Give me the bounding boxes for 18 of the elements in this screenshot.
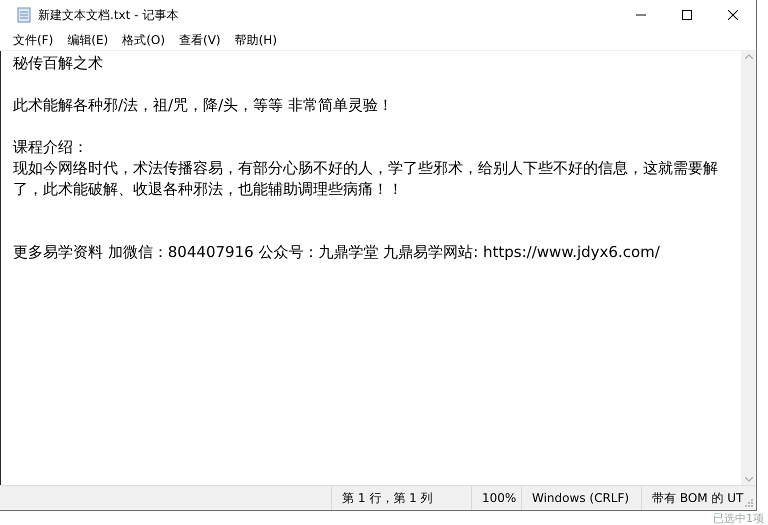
text-line: 更多易学资料 加微信：804407916 公众号：九鼎学堂 九鼎易学网站: https://www.jdyx6.com/ — [13, 242, 661, 263]
text-line: 课程介绍： — [13, 137, 89, 158]
notepad-icon — [16, 7, 32, 23]
text-line: 现如今网络时代，术法传播容易，有部分心肠不好的人，学了些邪术，给别人下些不好的信息，这就需要解了，此术能破解、收退各种邪法，也能辅助调理些病痛！！ — [13, 158, 719, 200]
text-line: 此术能解各种邪/法，祖/咒，降/头，等等 非常简单灵验！ — [13, 95, 394, 116]
status-text: Windows (CRLF) — [521, 486, 641, 510]
status-text: 100% — [471, 486, 521, 510]
window-title: 新建文本文档.txt - 记事本 — [38, 6, 180, 24]
status-text: 带有 BOM 的 UT — [641, 486, 745, 510]
background-status-text: 已选中1项 — [713, 511, 764, 525]
scroll-down-icon[interactable] — [744, 477, 752, 482]
maximize-icon — [682, 10, 692, 20]
scroll-up-icon[interactable] — [744, 54, 752, 59]
scrollbar[interactable] — [741, 51, 756, 485]
resize-grip-icon — [745, 499, 754, 508]
status-text: 第 1 行，第 1 列 — [331, 486, 471, 510]
close-icon — [728, 10, 738, 20]
text-line: 秘传百解之术 — [13, 53, 104, 74]
